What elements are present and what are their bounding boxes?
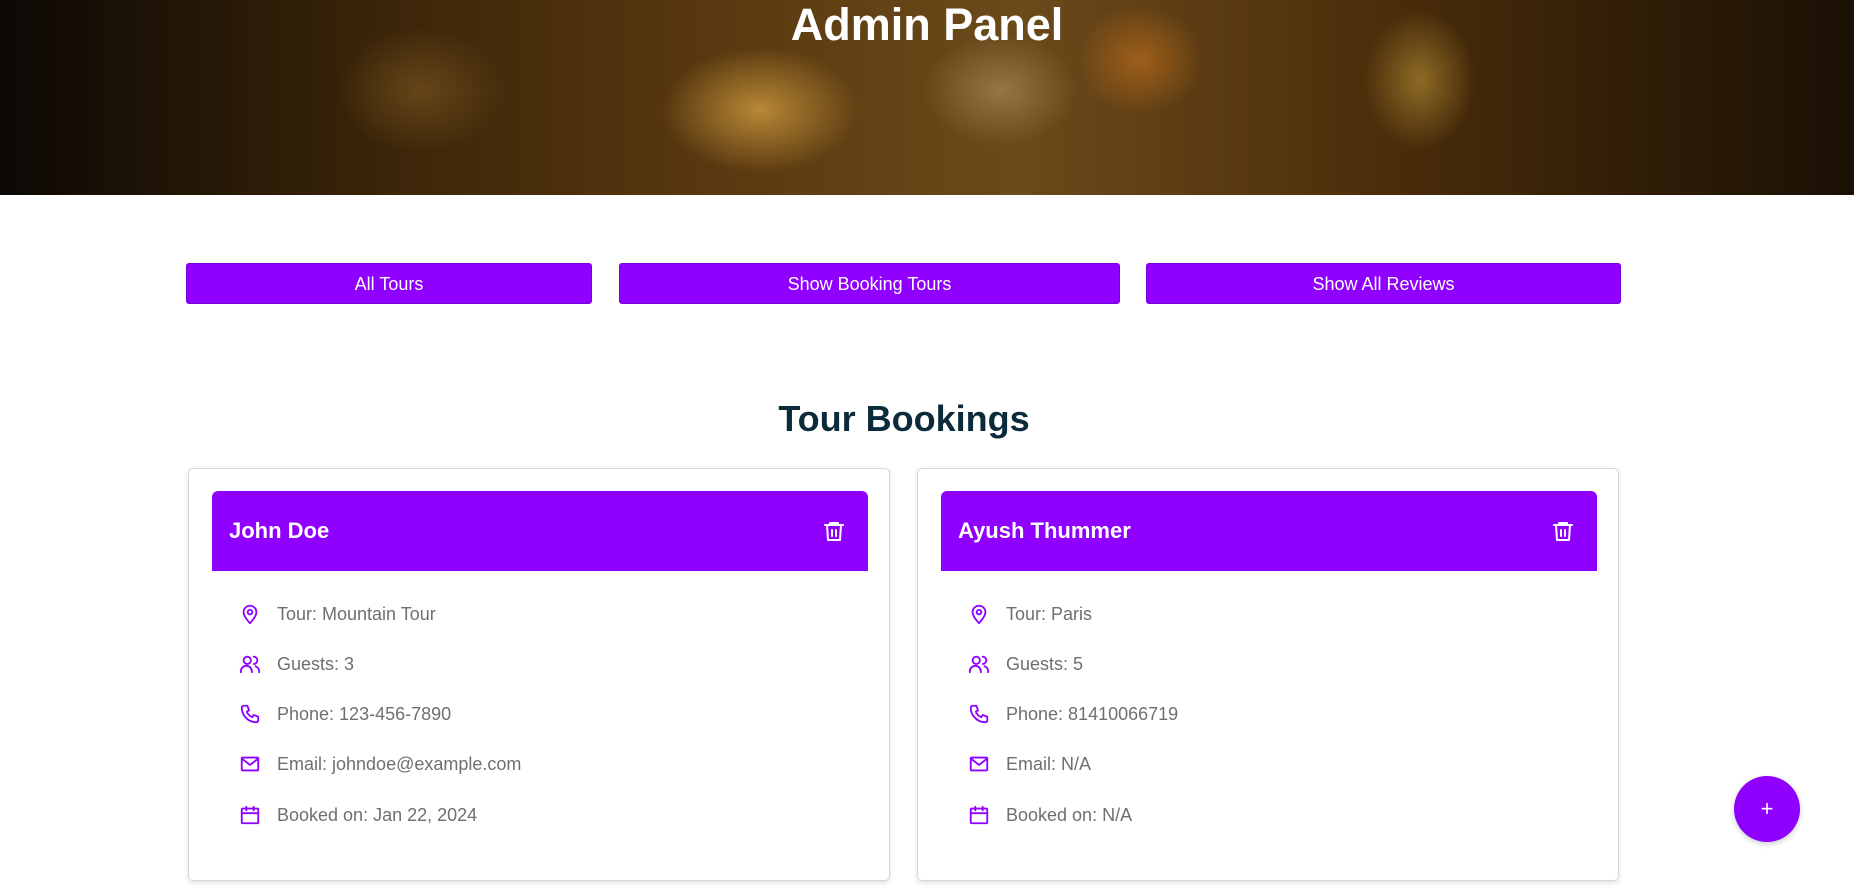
mail-icon (240, 756, 260, 772)
booking-phone: Phone: 123-456-7890 (277, 703, 452, 724)
booking-email: Email: N/A (1006, 753, 1092, 774)
calendar-icon (240, 805, 260, 825)
hero-banner: Admin Panel (0, 0, 1854, 195)
booking-tour: Tour: Paris (1006, 603, 1093, 624)
booking-tour-row: Tour: Mountain Tour (239, 600, 436, 628)
trash-icon[interactable] (822, 519, 846, 543)
booking-phone-row: Phone: 81410066719 (968, 700, 1178, 728)
booking-tour-row: Tour: Paris (968, 600, 1092, 628)
booking-date-row: Booked on: Jan 22, 2024 (239, 801, 477, 829)
booking-booked-on: Booked on: Jan 22, 2024 (277, 804, 478, 825)
booking-email-row: Email: johndoe@example.com (239, 750, 521, 778)
map-pin-icon (971, 604, 987, 625)
mail-icon (969, 756, 989, 772)
booking-tour: Tour: Mountain Tour (277, 603, 436, 624)
booking-guests: Guests: 3 (277, 653, 355, 674)
booking-card-header: John Doe (212, 491, 868, 571)
booking-phone-row: Phone: 123-456-7890 (239, 700, 451, 728)
map-pin-icon (242, 604, 258, 625)
page-title: Admin Panel (790, 0, 1064, 50)
section-title: Tour Bookings (778, 398, 1030, 439)
trash-icon[interactable] (1551, 519, 1575, 543)
booking-phone: Phone: 81410066719 (1006, 703, 1179, 724)
booking-card: John Doe Tour: Mountain Tour Guests: 3 P… (188, 468, 890, 881)
phone-icon (240, 704, 260, 724)
booking-card: Ayush Thummer Tour: Paris Guests: 5 Phon… (917, 468, 1619, 881)
booking-booked-on: Booked on: N/A (1006, 804, 1133, 825)
booking-name: John Doe (229, 518, 330, 543)
booking-date-row: Booked on: N/A (968, 801, 1132, 829)
calendar-icon (969, 805, 989, 825)
add-booking-button[interactable]: + (1734, 776, 1800, 842)
show-booking-tours-button[interactable]: Show Booking Tours (619, 263, 1120, 304)
booking-guests-row: Guests: 3 (239, 650, 354, 678)
booking-email: Email: johndoe@example.com (277, 753, 522, 774)
users-icon (968, 655, 990, 674)
show-all-reviews-button[interactable]: Show All Reviews (1146, 263, 1621, 304)
users-icon (239, 655, 261, 674)
booking-card-header: Ayush Thummer (941, 491, 1597, 571)
booking-guests: Guests: 5 (1006, 653, 1084, 674)
phone-icon (969, 704, 989, 724)
booking-name: Ayush Thummer (958, 518, 1131, 543)
all-tours-button[interactable]: All Tours (186, 263, 592, 304)
booking-email-row: Email: N/A (968, 750, 1091, 778)
booking-guests-row: Guests: 5 (968, 650, 1083, 678)
